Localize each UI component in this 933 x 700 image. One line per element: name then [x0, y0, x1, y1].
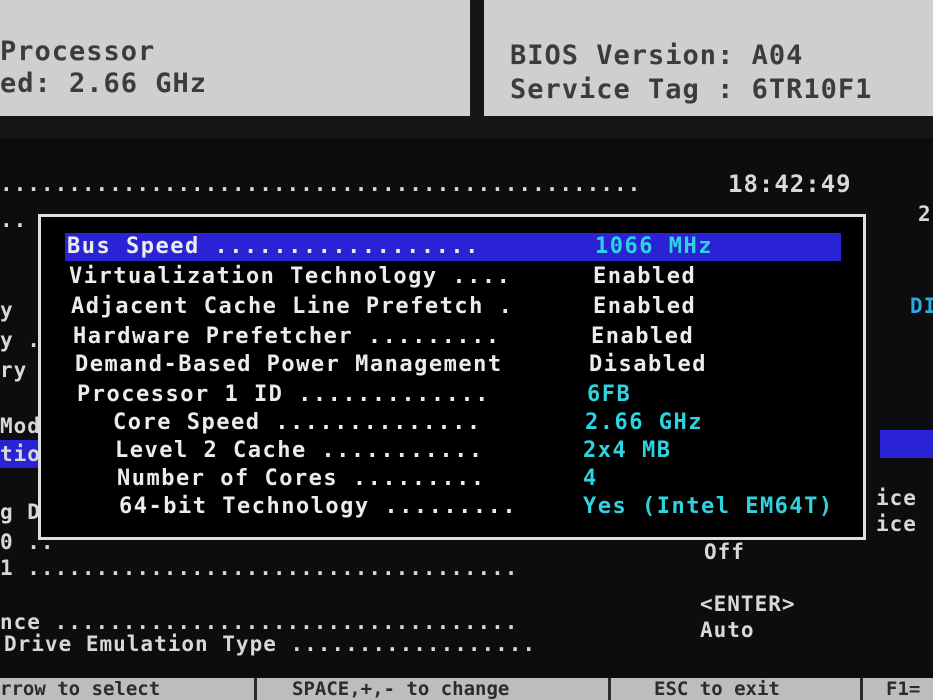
popup-label: Level 2 Cache ........... — [115, 438, 484, 463]
popup-value: 2.66 GHz — [585, 410, 703, 435]
popup-value[interactable]: 1066 MHz — [595, 234, 713, 259]
processor-label: Processor — [0, 36, 156, 67]
popup-row-bus-speed[interactable]: Bus Speed .................. 1066 MHz — [65, 233, 841, 261]
setting-row-value[interactable]: Auto — [700, 618, 755, 642]
right-fragment: ice — [876, 486, 917, 510]
left-fragment: ry — [0, 358, 28, 382]
popup-value: 4 — [583, 466, 598, 491]
setting-row-value[interactable]: Off — [704, 540, 745, 564]
processor-speed: ed: 2.66 GHz — [0, 68, 208, 99]
popup-row: Processor 1 ID ............. 6FB — [77, 381, 847, 409]
right-fragment: DI — [910, 294, 933, 318]
dot-leader-row: ........................................… — [0, 172, 642, 196]
footer-separator — [608, 678, 611, 700]
popup-value[interactable]: Enabled — [591, 324, 694, 349]
dot-leader-row: .. — [0, 208, 28, 232]
popup-value: 2x4 MB — [583, 438, 672, 463]
popup-row: Core Speed .............. 2.66 GHz — [113, 409, 843, 437]
footer-separator — [254, 678, 257, 700]
right-fragment: ice — [876, 512, 917, 536]
footer-select-hint: rrow to select — [0, 678, 161, 700]
popup-value[interactable]: Enabled — [593, 264, 696, 289]
popup-label: Bus Speed .................. — [67, 234, 480, 259]
left-fragment: Mod — [0, 414, 41, 438]
bios-version: BIOS Version: A04 — [510, 40, 804, 71]
left-fragment: y . — [0, 328, 41, 352]
left-fragment: y — [0, 298, 14, 322]
setting-row-label[interactable]: nce .................................. — [0, 610, 518, 634]
popup-row: 64-bit Technology ......... Yes (Intel E… — [119, 493, 849, 521]
popup-label: Hardware Prefetcher ......... — [73, 324, 501, 349]
setting-row-value[interactable]: <ENTER> — [700, 592, 796, 616]
setting-row-label[interactable]: Drive Emulation Type .................. — [4, 632, 536, 656]
popup-row[interactable]: Hardware Prefetcher ......... Enabled — [73, 323, 843, 351]
popup-row: Number of Cores ......... 4 — [117, 465, 847, 493]
popup-label: Processor 1 ID ............. — [77, 382, 490, 407]
left-fragment: tio — [0, 442, 41, 466]
popup-label: Number of Cores ......... — [117, 466, 486, 491]
popup-row[interactable]: Virtualization Technology .... Enabled — [69, 263, 839, 291]
selected-row-right[interactable] — [880, 430, 933, 458]
service-tag: Service Tag : 6TR10F1 — [510, 74, 873, 105]
setting-row-label[interactable]: 1 .................................... — [0, 556, 518, 580]
system-clock: 18:42:49 — [728, 170, 852, 198]
footer-exit-hint: ESC to exit — [654, 678, 780, 700]
header-right-panel: BIOS Version: A04 Service Tag : 6TR10F1 — [484, 0, 933, 116]
popup-value: Yes (Intel EM64T) — [583, 494, 834, 519]
popup-row[interactable]: Demand-Based Power Management Disabled — [75, 351, 845, 379]
popup-row[interactable]: Adjacent Cache Line Prefetch . Enabled — [71, 293, 841, 321]
popup-label: Adjacent Cache Line Prefetch . — [71, 294, 514, 319]
footer-change-hint: SPACE,+,- to change — [292, 678, 510, 700]
footer-separator — [860, 678, 863, 700]
right-edge-digit: 2 — [918, 202, 932, 226]
popup-label: Core Speed .............. — [113, 410, 482, 435]
popup-label: Demand-Based Power Management — [75, 352, 503, 377]
footer-help-bar: rrow to select SPACE,+,- to change ESC t… — [0, 678, 933, 700]
popup-label: 64-bit Technology ......... — [119, 494, 518, 519]
footer-help-hint: F1= — [886, 678, 921, 700]
popup-row: Level 2 Cache ........... 2x4 MB — [115, 437, 845, 465]
popup-label: Virtualization Technology .... — [69, 264, 512, 289]
popup-value[interactable]: Enabled — [593, 294, 696, 319]
popup-value: 6FB — [587, 382, 632, 407]
processor-info-popup: Bus Speed .................. 1066 MHz Vi… — [38, 214, 866, 540]
header-left-panel: Processor ed: 2.66 GHz — [0, 0, 470, 116]
popup-value[interactable]: Disabled — [589, 352, 707, 377]
